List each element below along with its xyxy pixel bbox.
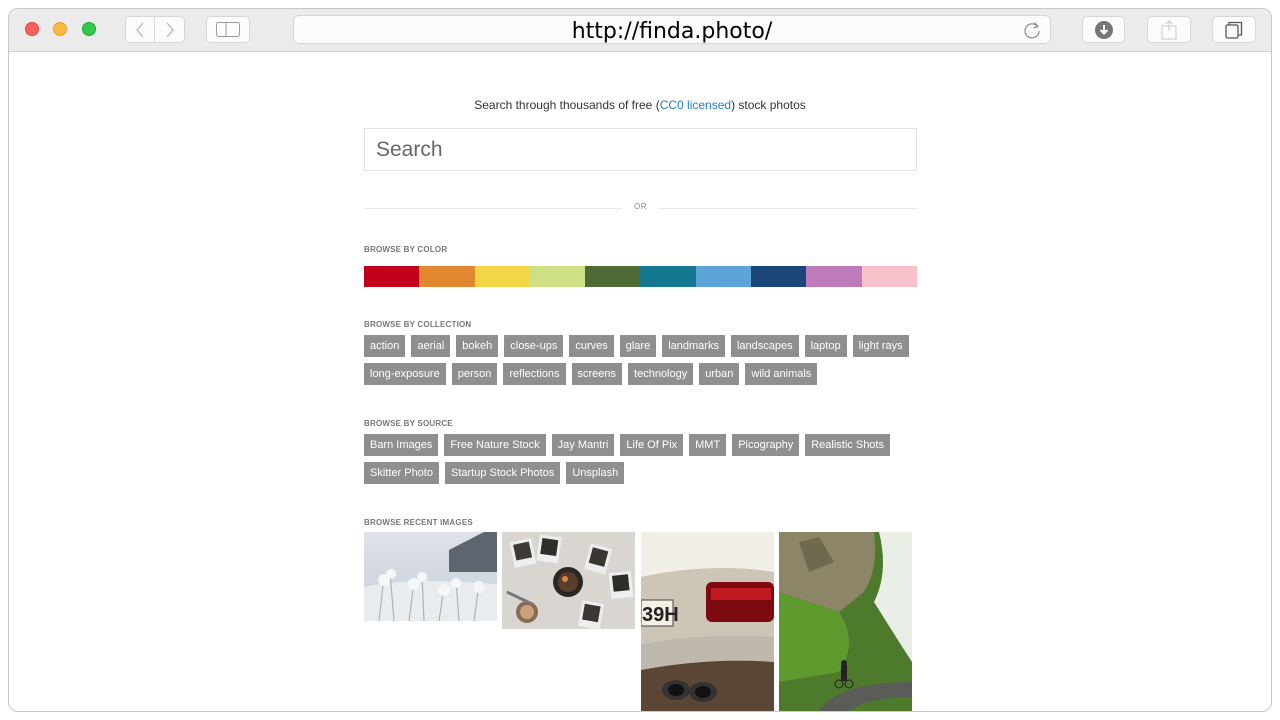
tagline: Search through thousands of free (CC0 li… — [9, 98, 1271, 112]
source-tag[interactable]: MMT — [689, 434, 727, 456]
close-window-button[interactable] — [25, 22, 39, 36]
collection-tag[interactable]: light rays — [852, 335, 909, 357]
collection-tag[interactable]: landmarks — [662, 335, 725, 357]
download-icon — [1094, 20, 1113, 39]
collection-tag[interactable]: reflections — [503, 363, 566, 385]
collection-tag[interactable]: person — [451, 363, 498, 385]
source-tag[interactable]: Picography — [732, 434, 800, 456]
color-swatch[interactable] — [751, 266, 807, 287]
source-tag[interactable]: Realistic Shots — [805, 434, 890, 456]
browse-by-source-label: BROWSE BY SOURCE — [364, 419, 453, 428]
address-bar[interactable]: http://finda.photo/ — [293, 15, 1051, 44]
browse-recent-images-label: BROWSE RECENT IMAGES — [364, 518, 473, 527]
cc0-license-link[interactable]: CC0 licensed — [660, 98, 731, 112]
svg-text:39H: 39H — [642, 604, 679, 626]
collection-tag[interactable]: urban — [699, 363, 740, 385]
or-divider: OR — [364, 202, 917, 214]
collection-tag[interactable]: curves — [569, 335, 614, 357]
chevron-left-icon — [136, 22, 144, 37]
source-tag[interactable]: Unsplash — [566, 462, 625, 484]
collection-tag[interactable]: technology — [628, 363, 694, 385]
collection-tag[interactable]: landscapes — [730, 335, 799, 357]
collection-tag[interactable]: laptop — [804, 335, 847, 357]
source-tag[interactable]: Skitter Photo — [364, 462, 439, 484]
color-swatch[interactable] — [806, 266, 862, 287]
recent-image-frosty-field[interactable] — [364, 532, 497, 621]
collection-tag[interactable]: close-ups — [504, 335, 564, 357]
recent-image-cyclist-mountain-road[interactable] — [779, 532, 912, 711]
recent-image-vintage-car[interactable]: 39H — [641, 532, 774, 711]
minimize-window-button[interactable] — [53, 22, 67, 36]
source-tag[interactable]: Life Of Pix — [620, 434, 684, 456]
downloads-button[interactable] — [1082, 16, 1125, 43]
forward-button[interactable] — [155, 16, 185, 43]
browse-by-color-label: BROWSE BY COLOR — [364, 245, 448, 254]
color-swatch[interactable] — [640, 266, 696, 287]
url-text: http://finda.photo/ — [571, 19, 773, 44]
collection-tag[interactable]: glare — [619, 335, 657, 357]
collection-tag[interactable]: bokeh — [456, 335, 499, 357]
browser-toolbar: http://finda.photo/ — [9, 9, 1271, 52]
tabs-overview-button[interactable] — [1212, 16, 1256, 43]
or-label: OR — [634, 202, 647, 211]
color-swatch[interactable] — [364, 266, 420, 287]
sidebar-icon — [216, 22, 240, 37]
reload-icon[interactable] — [1022, 20, 1042, 40]
tagline-text-start: Search through thousands of free ( — [474, 98, 660, 112]
recent-images-grid: 39H — [364, 532, 917, 711]
browser-window: http://finda.photo/ Search through thous… — [8, 8, 1272, 712]
chevron-right-icon — [166, 22, 174, 37]
source-tag[interactable]: Barn Images — [364, 434, 439, 456]
divider-line-right — [659, 208, 917, 209]
collection-tag[interactable]: action — [364, 335, 406, 357]
collection-tag[interactable]: aerial — [411, 335, 451, 357]
color-swatch-bar — [364, 266, 917, 287]
share-button[interactable] — [1147, 16, 1191, 43]
source-tag[interactable]: Startup Stock Photos — [444, 462, 561, 484]
color-swatch[interactable] — [474, 266, 530, 287]
collection-tag[interactable]: long-exposure — [364, 363, 446, 385]
collection-tag[interactable]: screens — [571, 363, 623, 385]
share-icon — [1161, 19, 1177, 39]
back-button[interactable] — [125, 16, 155, 43]
page-content: Search through thousands of free (CC0 li… — [9, 52, 1271, 711]
source-tag-list: Barn Images Free Nature Stock Jay Mantri Li… — [364, 434, 917, 484]
search-input[interactable] — [364, 128, 917, 171]
collection-tag-list: action aerial bokeh close-ups curves glare lan… — [364, 335, 917, 385]
color-swatch[interactable] — [695, 266, 752, 287]
color-swatch[interactable] — [419, 266, 475, 287]
source-tag[interactable]: Jay Mantri — [551, 434, 615, 456]
color-swatch[interactable] — [585, 266, 641, 287]
collection-tag[interactable]: wild animals — [745, 363, 818, 385]
tabs-icon — [1225, 21, 1243, 39]
zoom-window-button[interactable] — [82, 22, 96, 36]
tagline-text-end: ) stock photos — [731, 98, 806, 112]
color-swatch[interactable] — [529, 266, 586, 287]
recent-image-polaroids-coffee[interactable] — [502, 532, 635, 629]
color-swatch[interactable] — [861, 266, 917, 287]
source-tag[interactable]: Free Nature Stock — [444, 434, 546, 456]
sidebar-toggle-button[interactable] — [206, 16, 250, 43]
browse-by-collection-label: BROWSE BY COLLECTION — [364, 320, 472, 329]
